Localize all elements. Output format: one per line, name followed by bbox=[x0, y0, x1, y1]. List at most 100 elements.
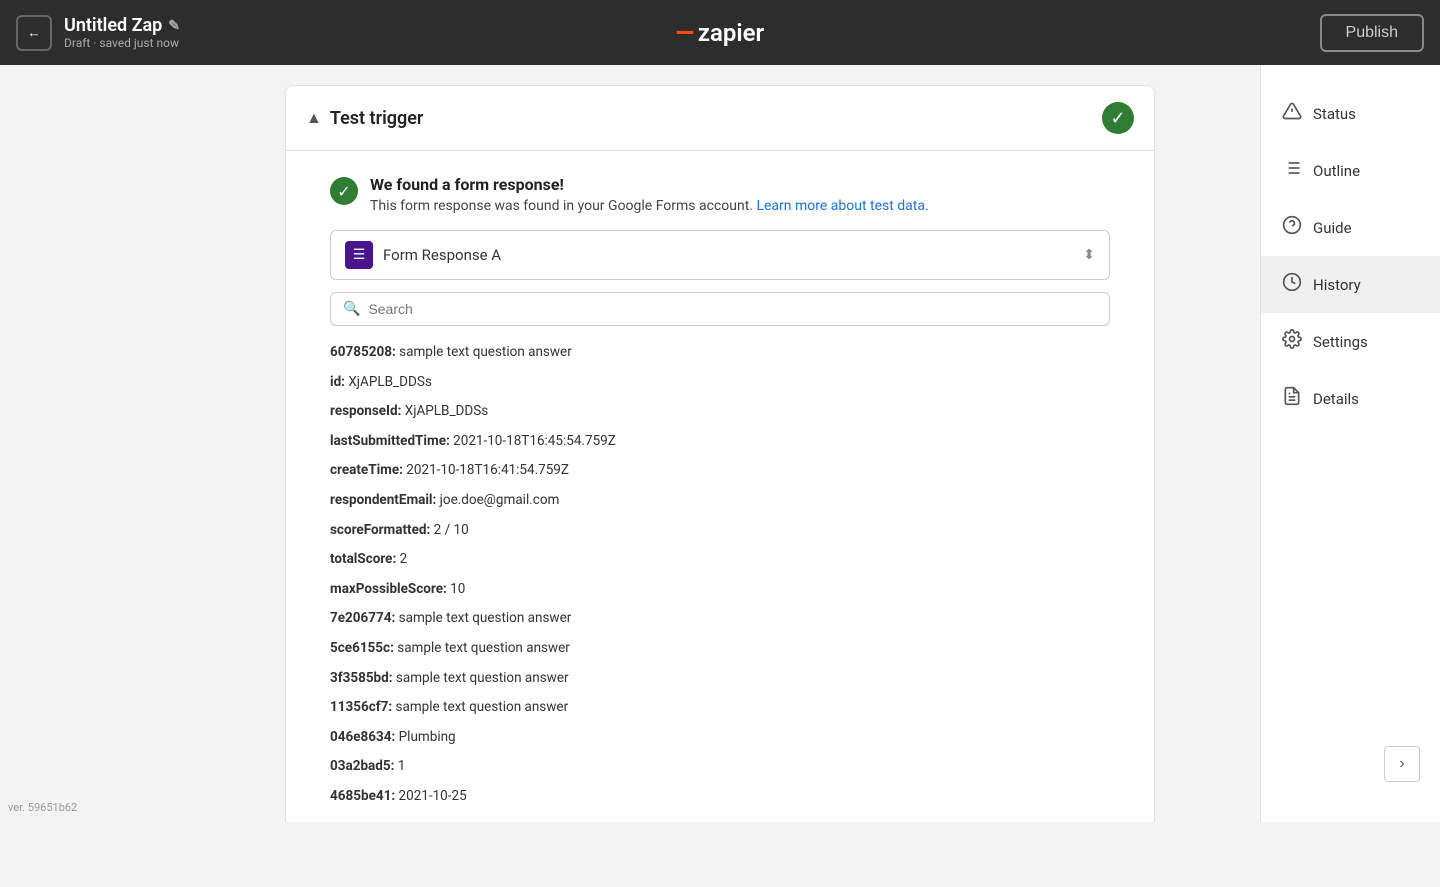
field-value: XjAPLB_DDSs bbox=[345, 374, 432, 390]
data-fields: 60785208: sample text question answer id:… bbox=[330, 338, 1110, 812]
found-check-icon: ✓ bbox=[330, 177, 358, 205]
sidebar-item-settings[interactable]: Settings bbox=[1261, 313, 1440, 370]
form-icon-symbol: ☰ bbox=[353, 247, 366, 263]
field-value: sample text question answer bbox=[392, 699, 568, 715]
field-key: 03a2bad5: bbox=[330, 758, 394, 774]
data-field-row: 4685be41: 2021-10-25 bbox=[330, 782, 1110, 812]
data-field-row: respondentEmail: joe.doe@gmail.com bbox=[330, 486, 1110, 516]
field-value: 1 bbox=[394, 758, 405, 774]
field-value: 2 / 10 bbox=[430, 522, 468, 538]
field-key: id: bbox=[330, 374, 345, 390]
content-panel: ▲ Test trigger ✓ ✓ We found a form respo… bbox=[285, 85, 1155, 822]
form-icon: ☰ bbox=[345, 241, 373, 269]
status-icon bbox=[1281, 101, 1303, 126]
field-key: 046e8634: bbox=[330, 729, 395, 745]
header-left: ← Untitled Zap ✎ Draft · saved just now bbox=[16, 15, 180, 51]
logo-dash: — bbox=[676, 19, 694, 47]
field-value: 10 bbox=[447, 581, 466, 597]
logo: — zapier bbox=[676, 19, 764, 47]
data-field-row: lastSubmittedTime: 2021-10-18T16:45:54.7… bbox=[330, 427, 1110, 457]
field-value: joe.doe@gmail.com bbox=[436, 492, 559, 508]
data-field-row: createTime: 2021-10-18T16:41:54.759Z bbox=[330, 456, 1110, 486]
data-field-row: id: XjAPLB_DDSs bbox=[330, 368, 1110, 398]
sidebar-item-guide[interactable]: Guide bbox=[1261, 199, 1440, 256]
field-key: respondentEmail: bbox=[330, 492, 436, 508]
data-field-row: 3f3585bd: sample text question answer bbox=[330, 664, 1110, 694]
sidebar-item-outline[interactable]: Outline bbox=[1261, 142, 1440, 199]
found-description-text: This form response was found in your Goo… bbox=[370, 198, 753, 214]
field-key: 5ce6155c: bbox=[330, 640, 394, 656]
sidebar-item-status[interactable]: Status bbox=[1261, 85, 1440, 142]
sidebar-item-details[interactable]: Details bbox=[1261, 370, 1440, 427]
sidebar-label-history: History bbox=[1313, 276, 1361, 294]
form-label: Form Response A bbox=[383, 246, 1073, 264]
sidebar-label-status: Status bbox=[1313, 105, 1356, 123]
field-value: sample text question answer bbox=[393, 670, 569, 686]
data-field-row: 7e206774: sample text question answer bbox=[330, 604, 1110, 634]
data-field-row: 11356cf7: sample text question answer bbox=[330, 693, 1110, 723]
field-value: sample text question answer bbox=[396, 344, 572, 360]
found-row: ✓ We found a form response! This form re… bbox=[330, 175, 1110, 214]
left-sidebar bbox=[0, 65, 180, 822]
search-input[interactable] bbox=[368, 301, 1097, 317]
response-found: ✓ We found a form response! This form re… bbox=[306, 151, 1134, 822]
edit-icon[interactable]: ✎ bbox=[168, 18, 180, 34]
found-description: This form response was found in your Goo… bbox=[370, 198, 929, 214]
zap-title-area: Untitled Zap ✎ Draft · saved just now bbox=[64, 15, 180, 50]
data-field-row: totalScore: 2 bbox=[330, 545, 1110, 575]
field-value: Plumbing bbox=[395, 729, 455, 745]
chevron-updown-icon: ⬍ bbox=[1083, 247, 1095, 263]
history-icon bbox=[1281, 272, 1303, 297]
zap-title: Untitled Zap ✎ bbox=[64, 15, 180, 36]
logo-text: zapier bbox=[698, 19, 764, 47]
search-box: 🔍 bbox=[330, 292, 1110, 326]
right-sidebar: Status Outline Guide History Settings Details bbox=[1260, 65, 1440, 822]
continue-bar: Continue bbox=[330, 812, 1110, 823]
field-key: 60785208: bbox=[330, 344, 396, 360]
outline-icon bbox=[1281, 158, 1303, 183]
zap-title-text: Untitled Zap bbox=[64, 15, 162, 36]
expand-button[interactable]: › bbox=[1384, 746, 1420, 782]
field-key: 3f3585bd: bbox=[330, 670, 393, 686]
field-key: 7e206774: bbox=[330, 610, 395, 626]
settings-icon bbox=[1281, 329, 1303, 354]
center-content: ▲ Test trigger ✓ ✓ We found a form respo… bbox=[180, 65, 1260, 822]
check-icon: ✓ bbox=[1110, 108, 1125, 129]
main-container: ▲ Test trigger ✓ ✓ We found a form respo… bbox=[0, 65, 1440, 822]
found-heading: We found a form response! bbox=[370, 175, 929, 194]
field-value: 2021-10-25 bbox=[395, 788, 467, 804]
sidebar-label-guide: Guide bbox=[1313, 219, 1352, 237]
expand-btn-container: › bbox=[1384, 746, 1420, 782]
field-key: 11356cf7: bbox=[330, 699, 392, 715]
field-key: maxPossibleScore: bbox=[330, 581, 447, 597]
sidebar-label-details: Details bbox=[1313, 390, 1359, 408]
data-field-row: scoreFormatted: 2 / 10 bbox=[330, 516, 1110, 546]
trigger-success-check: ✓ bbox=[1102, 102, 1134, 134]
trigger-header: ▲ Test trigger ✓ bbox=[286, 86, 1154, 151]
trigger-title: Test trigger bbox=[330, 108, 424, 129]
field-key: lastSubmittedTime: bbox=[330, 433, 450, 449]
learn-more-link[interactable]: Learn more about test data bbox=[756, 198, 925, 214]
details-icon bbox=[1281, 386, 1303, 411]
data-field-row: 5ce6155c: sample text question answer bbox=[330, 634, 1110, 664]
sidebar-item-history[interactable]: History bbox=[1261, 256, 1440, 313]
inner-content: ✓ We found a form response! This form re… bbox=[286, 151, 1154, 822]
field-value: 2 bbox=[396, 551, 407, 567]
field-key: responseId: bbox=[330, 403, 401, 419]
search-icon: 🔍 bbox=[343, 301, 360, 317]
field-key: 4685be41: bbox=[330, 788, 395, 804]
sidebar-label-settings: Settings bbox=[1313, 333, 1368, 351]
field-key: createTime: bbox=[330, 462, 403, 478]
guide-icon bbox=[1281, 215, 1303, 240]
chevron-icon[interactable]: ▲ bbox=[306, 108, 322, 128]
data-field-row: 046e8634: Plumbing bbox=[330, 723, 1110, 753]
zap-status: Draft · saved just now bbox=[64, 36, 180, 50]
field-key: scoreFormatted: bbox=[330, 522, 430, 538]
form-selector[interactable]: ☰ Form Response A ⬍ bbox=[330, 230, 1110, 280]
publish-button[interactable]: Publish bbox=[1320, 14, 1424, 52]
back-button[interactable]: ← bbox=[16, 15, 52, 51]
field-value: sample text question answer bbox=[394, 640, 570, 656]
data-field-row: responseId: XjAPLB_DDSs bbox=[330, 397, 1110, 427]
field-value: 2021-10-18T16:45:54.759Z bbox=[450, 433, 616, 449]
header: ← Untitled Zap ✎ Draft · saved just now … bbox=[0, 0, 1440, 65]
